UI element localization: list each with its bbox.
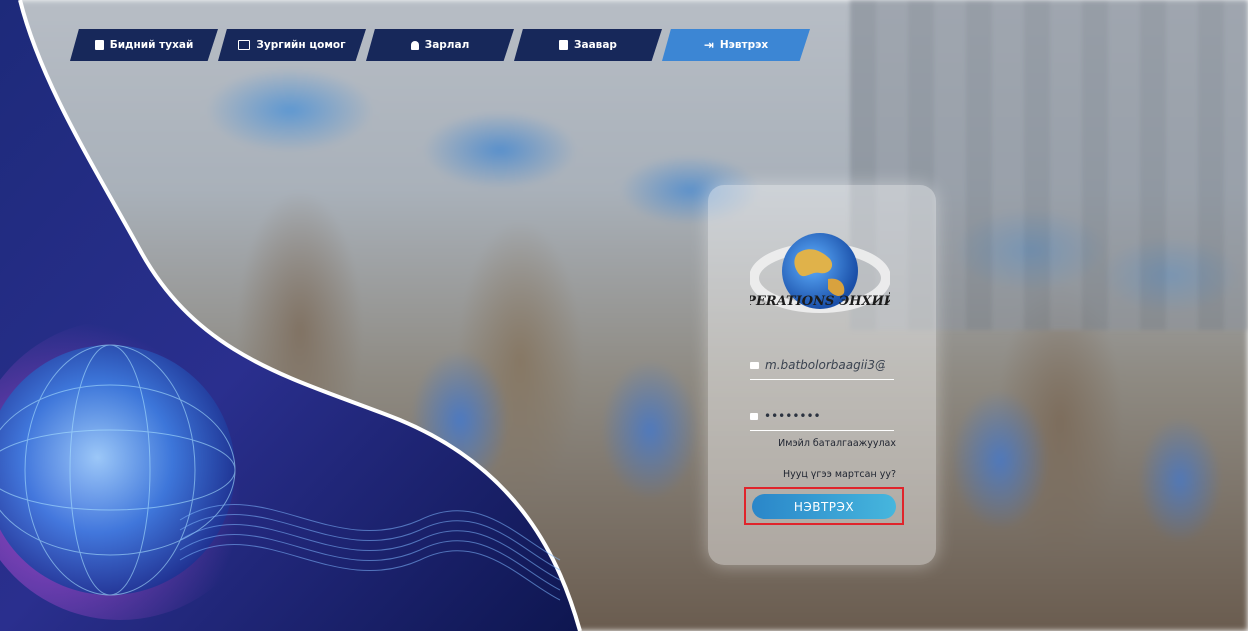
document-icon xyxy=(94,40,104,50)
login-card: OPERATIONS ЭНХИЙГ Имэйл баталгаажуулах Н… xyxy=(708,185,936,565)
email-field xyxy=(750,351,894,380)
login-button-highlight: НЭВТРЭХ xyxy=(744,487,904,525)
email-input[interactable] xyxy=(765,358,885,372)
login-button[interactable]: НЭВТРЭХ xyxy=(752,494,896,519)
mail-icon xyxy=(750,361,759,369)
nav-item-label: Зарлал xyxy=(424,39,470,51)
login-page: Бидний тухай Зургийн цомог Зарлал Заавар… xyxy=(0,0,1248,631)
nav-item-gallery[interactable]: Зургийн цомог xyxy=(218,29,366,61)
password-field xyxy=(750,402,894,431)
bell-icon xyxy=(410,40,419,50)
nav-item-label: Нэвтрэх xyxy=(719,39,769,51)
nav-item-guide[interactable]: Заавар xyxy=(514,29,662,61)
peacekeeping-logo: OPERATIONS ЭНХИЙГ xyxy=(750,233,890,313)
verify-email-link[interactable]: Имэйл баталгаажуулах xyxy=(778,438,896,449)
nav-item-label: Заавар xyxy=(574,39,617,51)
decorative-globe-panel xyxy=(0,0,582,631)
nav-item-label: Бидний тухай xyxy=(109,39,194,51)
login-icon: ⇥ xyxy=(703,38,714,52)
document-icon xyxy=(559,40,569,50)
nav-item-about[interactable]: Бидний тухай xyxy=(70,29,218,61)
nav-item-announcements[interactable]: Зарлал xyxy=(366,29,514,61)
nav-item-login[interactable]: ⇥ Нэвтрэх xyxy=(662,29,810,61)
image-icon xyxy=(238,40,251,50)
lock-icon xyxy=(750,412,758,420)
logo-text: OPERATIONS ЭНХИЙГ xyxy=(750,292,890,309)
forgot-password-link[interactable]: Нууц үгээ мартсан уу? xyxy=(783,469,896,480)
nav-item-label: Зургийн цомог xyxy=(256,39,346,51)
password-input[interactable] xyxy=(764,409,884,423)
